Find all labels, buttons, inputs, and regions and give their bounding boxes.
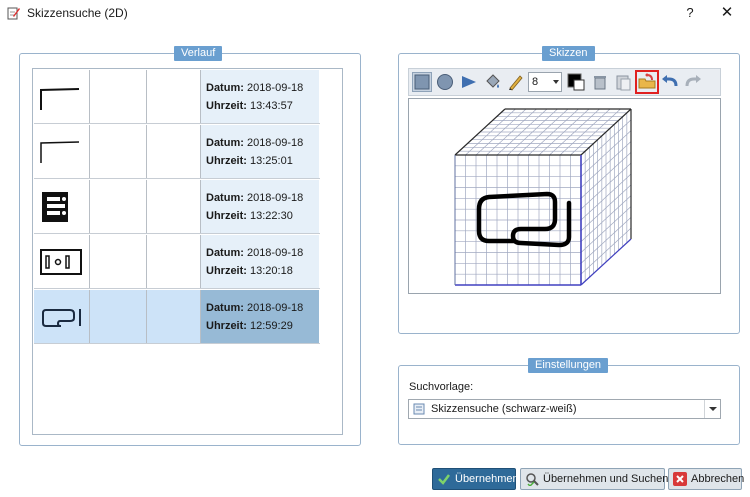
- close-icon: [673, 472, 687, 486]
- history-thumbnail-cell[interactable]: [34, 290, 90, 343]
- paste-icon[interactable]: [613, 72, 633, 92]
- history-row[interactable]: Datum: 2018-09-18 Uhrzeit: 13:25:01: [34, 125, 320, 179]
- pen-size-select[interactable]: 8: [528, 72, 562, 92]
- template-label: Suchvorlage:: [409, 381, 474, 393]
- open-folder-icon[interactable]: [635, 70, 659, 94]
- sketch-toolbar: 8: [408, 68, 721, 96]
- redo-icon[interactable]: [683, 72, 703, 92]
- sketches-group-title: Skizzen: [542, 46, 595, 61]
- history-meta-cell[interactable]: Datum: 2018-09-18 Uhrzeit: 12:59:29: [201, 290, 319, 343]
- template-value: Skizzensuche (schwarz-weiß): [431, 403, 577, 415]
- rectangle-tool-icon[interactable]: [412, 72, 432, 92]
- history-date: Datum: 2018-09-18: [206, 247, 304, 259]
- sketch-thumbnail-frame: [40, 249, 82, 275]
- undo-icon[interactable]: [660, 72, 680, 92]
- sketch-thumbnail-corner: [40, 88, 80, 110]
- history-row-selected[interactable]: Datum: 2018-09-18 Uhrzeit: 12:59:29: [34, 290, 320, 344]
- template-icon: [413, 403, 425, 415]
- history-time: Uhrzeit: 13:20:18: [206, 265, 293, 277]
- history-row[interactable]: Datum: 2018-09-18 Uhrzeit: 13:22:30: [34, 180, 320, 234]
- history-time: Uhrzeit: 13:25:01: [206, 155, 293, 167]
- chevron-down-icon: [553, 80, 559, 84]
- pen-size-value: 8: [532, 76, 539, 88]
- polygon-tool-icon[interactable]: [459, 72, 479, 92]
- history-meta-cell[interactable]: Datum: 2018-09-18 Uhrzeit: 13:22:30: [201, 180, 319, 233]
- history-empty-cell[interactable]: [90, 125, 147, 178]
- history-date: Datum: 2018-09-18: [206, 82, 304, 94]
- history-empty-cell[interactable]: [90, 180, 147, 233]
- pen-tool-icon[interactable]: [506, 72, 526, 92]
- history-empty-cell[interactable]: [147, 125, 201, 178]
- fill-bucket-icon[interactable]: [483, 72, 503, 92]
- sketch-thumbnail-loop: [42, 309, 81, 327]
- history-thumbnail-cell[interactable]: [34, 70, 90, 123]
- history-thumbnail-cell[interactable]: [34, 125, 90, 178]
- title-bar: Skizzensuche (2D) ? ✕: [0, 0, 750, 28]
- history-empty-cell[interactable]: [90, 235, 147, 288]
- history-meta-cell[interactable]: Datum: 2018-09-18 Uhrzeit: 13:20:18: [201, 235, 319, 288]
- circle-tool-icon[interactable]: [435, 72, 455, 92]
- history-date: Datum: 2018-09-18: [206, 137, 304, 149]
- history-time: Uhrzeit: 12:59:29: [206, 320, 293, 332]
- apply-label: Übernehmen: [455, 473, 519, 485]
- sketch-canvas[interactable]: [408, 98, 721, 294]
- help-button[interactable]: ?: [680, 3, 700, 23]
- apply-and-search-button[interactable]: Übernehmen und Suchen: [520, 468, 669, 490]
- history-empty-cell[interactable]: [90, 290, 147, 343]
- cancel-button[interactable]: Abbrechen: [668, 468, 745, 490]
- apply-and-search-label: Übernehmen und Suchen: [543, 473, 669, 485]
- history-meta-cell[interactable]: Datum: 2018-09-18 Uhrzeit: 13:43:57: [201, 70, 319, 123]
- sketch-cube-drawing: [454, 108, 632, 286]
- search-check-icon: [526, 473, 539, 486]
- color-picker-icon[interactable]: [566, 72, 586, 92]
- checkmark-icon: [438, 474, 450, 485]
- history-date: Datum: 2018-09-18: [206, 192, 304, 204]
- template-dropdown[interactable]: Skizzensuche (schwarz-weiß): [408, 399, 721, 419]
- history-list[interactable]: Datum: 2018-09-18 Uhrzeit: 13:43:57 Datu…: [32, 68, 343, 435]
- close-button[interactable]: ✕: [716, 3, 738, 23]
- cancel-label: Abbrechen: [691, 473, 745, 485]
- history-row[interactable]: Datum: 2018-09-18 Uhrzeit: 13:43:57: [34, 70, 320, 124]
- history-empty-cell[interactable]: [90, 70, 147, 123]
- history-time: Uhrzeit: 13:22:30: [206, 210, 293, 222]
- history-group-title: Verlauf: [174, 46, 223, 61]
- chevron-down-icon[interactable]: [704, 400, 720, 418]
- sketch-thumbnail-corner: [40, 141, 80, 163]
- settings-group-title: Einstellungen: [528, 358, 609, 373]
- history-row[interactable]: Datum: 2018-09-18 Uhrzeit: 13:20:18: [34, 235, 320, 289]
- window-title: Skizzensuche (2D): [27, 6, 128, 20]
- history-thumbnail-cell[interactable]: [34, 235, 90, 288]
- history-empty-cell[interactable]: [147, 70, 201, 123]
- history-empty-cell[interactable]: [147, 180, 201, 233]
- history-thumbnail-cell[interactable]: [34, 180, 90, 233]
- apply-button[interactable]: Übernehmen: [432, 468, 519, 490]
- history-empty-cell[interactable]: [147, 290, 201, 343]
- history-empty-cell[interactable]: [147, 235, 201, 288]
- history-date: Datum: 2018-09-18: [206, 302, 304, 314]
- history-meta-cell[interactable]: Datum: 2018-09-18 Uhrzeit: 13:25:01: [201, 125, 319, 178]
- history-time: Uhrzeit: 13:43:57: [206, 100, 293, 112]
- sketch-thumbnail-plate: [42, 192, 68, 222]
- sketch-app-icon: [7, 7, 20, 20]
- trash-icon[interactable]: [590, 72, 610, 92]
